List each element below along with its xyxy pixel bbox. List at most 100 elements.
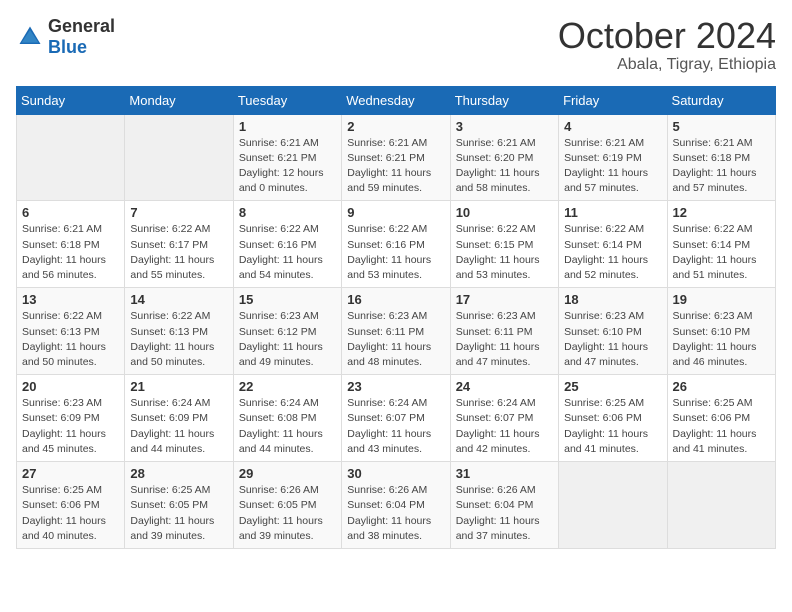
calendar-cell <box>17 114 125 201</box>
day-number: 27 <box>22 466 119 481</box>
logo-text: General Blue <box>48 16 115 58</box>
day-number: 30 <box>347 466 444 481</box>
calendar-week-3: 13 Sunrise: 6:22 AM Sunset: 6:13 PM Dayli… <box>17 288 776 375</box>
day-info: Sunrise: 6:24 AM Sunset: 6:07 PM Dayligh… <box>347 396 444 457</box>
weekday-header-thursday: Thursday <box>450 86 558 114</box>
calendar-cell: 22 Sunrise: 6:24 AM Sunset: 6:08 PM Dayli… <box>233 375 341 462</box>
day-info: Sunrise: 6:22 AM Sunset: 6:15 PM Dayligh… <box>456 222 553 283</box>
day-number: 28 <box>130 466 227 481</box>
day-number: 26 <box>673 379 770 394</box>
day-number: 20 <box>22 379 119 394</box>
page-header: General Blue October 2024 Abala, Tigray,… <box>16 16 776 74</box>
calendar-cell: 5 Sunrise: 6:21 AM Sunset: 6:18 PM Daylig… <box>667 114 775 201</box>
weekday-header-friday: Friday <box>559 86 667 114</box>
calendar-header: SundayMondayTuesdayWednesdayThursdayFrid… <box>17 86 776 114</box>
day-number: 19 <box>673 292 770 307</box>
title-section: October 2024 Abala, Tigray, Ethiopia <box>558 16 776 74</box>
calendar-cell: 11Sunrise: 6:22 AM Sunset: 6:14 PM Dayli… <box>559 201 667 288</box>
calendar-cell: 15 Sunrise: 6:23 AM Sunset: 6:12 PM Dayli… <box>233 288 341 375</box>
day-info: Sunrise: 6:24 AM Sunset: 6:07 PM Dayligh… <box>456 396 553 457</box>
logo-icon <box>16 23 44 51</box>
calendar-cell: 30 Sunrise: 6:26 AM Sunset: 6:04 PM Dayli… <box>342 462 450 549</box>
day-number: 22 <box>239 379 336 394</box>
day-info: Sunrise: 6:25 AM Sunset: 6:06 PM Dayligh… <box>564 396 661 457</box>
day-info: Sunrise: 6:21 AM Sunset: 6:18 PM Dayligh… <box>22 222 119 283</box>
calendar-cell: 18Sunrise: 6:23 AM Sunset: 6:10 PM Dayli… <box>559 288 667 375</box>
day-info: Sunrise: 6:21 AM Sunset: 6:20 PM Dayligh… <box>456 136 553 197</box>
calendar-cell: 3 Sunrise: 6:21 AM Sunset: 6:20 PM Daylig… <box>450 114 558 201</box>
weekday-header-tuesday: Tuesday <box>233 86 341 114</box>
day-number: 11 <box>564 205 661 220</box>
calendar-cell: 2Sunrise: 6:21 AM Sunset: 6:21 PM Daylig… <box>342 114 450 201</box>
calendar-cell: 1 Sunrise: 6:21 AM Sunset: 6:21 PM Daylig… <box>233 114 341 201</box>
day-number: 4 <box>564 119 661 134</box>
calendar-cell: 28 Sunrise: 6:25 AM Sunset: 6:05 PM Dayli… <box>125 462 233 549</box>
logo: General Blue <box>16 16 115 58</box>
calendar-cell: 6Sunrise: 6:21 AM Sunset: 6:18 PM Daylig… <box>17 201 125 288</box>
day-number: 16 <box>347 292 444 307</box>
day-number: 8 <box>239 205 336 220</box>
day-info: Sunrise: 6:23 AM Sunset: 6:10 PM Dayligh… <box>564 309 661 370</box>
weekday-header-wednesday: Wednesday <box>342 86 450 114</box>
day-info: Sunrise: 6:21 AM Sunset: 6:19 PM Dayligh… <box>564 136 661 197</box>
day-number: 1 <box>239 119 336 134</box>
day-number: 17 <box>456 292 553 307</box>
calendar-cell: 23 Sunrise: 6:24 AM Sunset: 6:07 PM Dayli… <box>342 375 450 462</box>
day-info: Sunrise: 6:21 AM Sunset: 6:21 PM Dayligh… <box>347 136 444 197</box>
day-number: 24 <box>456 379 553 394</box>
calendar-week-1: 1 Sunrise: 6:21 AM Sunset: 6:21 PM Daylig… <box>17 114 776 201</box>
logo-blue: Blue <box>48 37 87 57</box>
day-info: Sunrise: 6:23 AM Sunset: 6:09 PM Dayligh… <box>22 396 119 457</box>
day-info: Sunrise: 6:21 AM Sunset: 6:21 PM Dayligh… <box>239 136 336 197</box>
calendar-cell: 8 Sunrise: 6:22 AM Sunset: 6:16 PM Daylig… <box>233 201 341 288</box>
calendar-cell: 25 Sunrise: 6:25 AM Sunset: 6:06 PM Dayli… <box>559 375 667 462</box>
day-info: Sunrise: 6:22 AM Sunset: 6:14 PM Dayligh… <box>673 222 770 283</box>
day-info: Sunrise: 6:25 AM Sunset: 6:05 PM Dayligh… <box>130 483 227 544</box>
day-number: 10 <box>456 205 553 220</box>
calendar-cell: 10 Sunrise: 6:22 AM Sunset: 6:15 PM Dayli… <box>450 201 558 288</box>
day-number: 23 <box>347 379 444 394</box>
calendar-cell <box>559 462 667 549</box>
day-info: Sunrise: 6:26 AM Sunset: 6:05 PM Dayligh… <box>239 483 336 544</box>
day-info: Sunrise: 6:26 AM Sunset: 6:04 PM Dayligh… <box>456 483 553 544</box>
day-number: 13 <box>22 292 119 307</box>
calendar-cell: 14 Sunrise: 6:22 AM Sunset: 6:13 PM Dayli… <box>125 288 233 375</box>
calendar-cell: 13Sunrise: 6:22 AM Sunset: 6:13 PM Dayli… <box>17 288 125 375</box>
calendar-body: 1 Sunrise: 6:21 AM Sunset: 6:21 PM Daylig… <box>17 114 776 548</box>
day-number: 21 <box>130 379 227 394</box>
day-info: Sunrise: 6:22 AM Sunset: 6:16 PM Dayligh… <box>239 222 336 283</box>
weekday-header-sunday: Sunday <box>17 86 125 114</box>
day-info: Sunrise: 6:22 AM Sunset: 6:16 PM Dayligh… <box>347 222 444 283</box>
day-info: Sunrise: 6:23 AM Sunset: 6:11 PM Dayligh… <box>347 309 444 370</box>
day-number: 14 <box>130 292 227 307</box>
logo-general: General <box>48 16 115 36</box>
calendar-week-5: 27Sunrise: 6:25 AM Sunset: 6:06 PM Dayli… <box>17 462 776 549</box>
day-number: 31 <box>456 466 553 481</box>
calendar-cell: 20 Sunrise: 6:23 AM Sunset: 6:09 PM Dayli… <box>17 375 125 462</box>
calendar-cell: 19 Sunrise: 6:23 AM Sunset: 6:10 PM Dayli… <box>667 288 775 375</box>
day-number: 3 <box>456 119 553 134</box>
calendar-cell: 16 Sunrise: 6:23 AM Sunset: 6:11 PM Dayli… <box>342 288 450 375</box>
day-number: 12 <box>673 205 770 220</box>
weekday-header-saturday: Saturday <box>667 86 775 114</box>
day-info: Sunrise: 6:23 AM Sunset: 6:12 PM Dayligh… <box>239 309 336 370</box>
calendar-cell: 26 Sunrise: 6:25 AM Sunset: 6:06 PM Dayli… <box>667 375 775 462</box>
day-info: Sunrise: 6:21 AM Sunset: 6:18 PM Dayligh… <box>673 136 770 197</box>
day-info: Sunrise: 6:23 AM Sunset: 6:10 PM Dayligh… <box>673 309 770 370</box>
day-info: Sunrise: 6:26 AM Sunset: 6:04 PM Dayligh… <box>347 483 444 544</box>
day-number: 15 <box>239 292 336 307</box>
calendar-cell: 7Sunrise: 6:22 AM Sunset: 6:17 PM Daylig… <box>125 201 233 288</box>
weekday-header-monday: Monday <box>125 86 233 114</box>
calendar-week-2: 6Sunrise: 6:21 AM Sunset: 6:18 PM Daylig… <box>17 201 776 288</box>
day-info: Sunrise: 6:23 AM Sunset: 6:11 PM Dayligh… <box>456 309 553 370</box>
day-number: 5 <box>673 119 770 134</box>
day-info: Sunrise: 6:24 AM Sunset: 6:09 PM Dayligh… <box>130 396 227 457</box>
calendar-cell: 9Sunrise: 6:22 AM Sunset: 6:16 PM Daylig… <box>342 201 450 288</box>
day-info: Sunrise: 6:25 AM Sunset: 6:06 PM Dayligh… <box>673 396 770 457</box>
day-number: 25 <box>564 379 661 394</box>
location-title: Abala, Tigray, Ethiopia <box>558 56 776 74</box>
calendar-cell: 12 Sunrise: 6:22 AM Sunset: 6:14 PM Dayli… <box>667 201 775 288</box>
calendar-cell: 27Sunrise: 6:25 AM Sunset: 6:06 PM Dayli… <box>17 462 125 549</box>
day-info: Sunrise: 6:22 AM Sunset: 6:13 PM Dayligh… <box>130 309 227 370</box>
day-info: Sunrise: 6:24 AM Sunset: 6:08 PM Dayligh… <box>239 396 336 457</box>
